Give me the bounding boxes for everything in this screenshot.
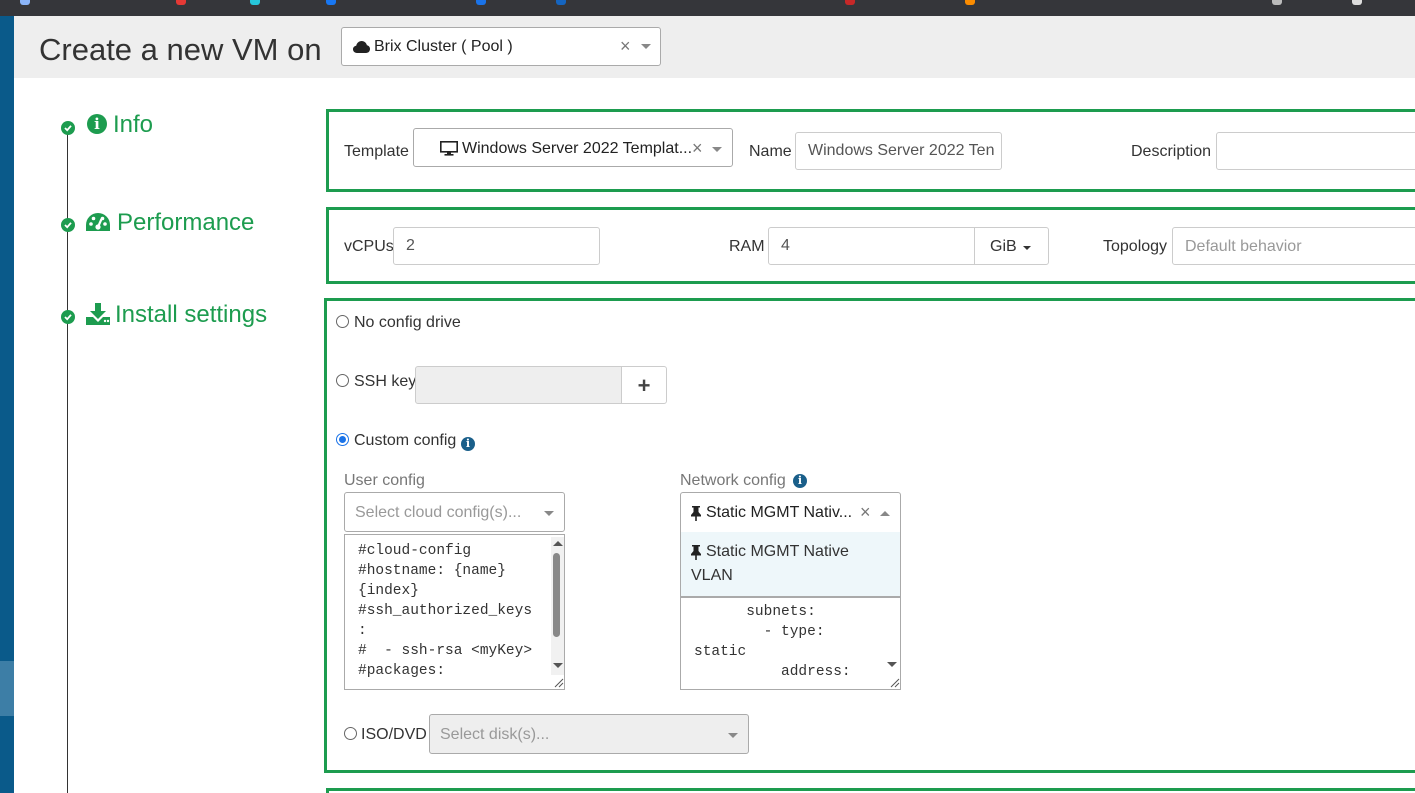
scrollbar-thumb[interactable] [553,553,560,637]
no-config-radio[interactable] [336,315,349,328]
topology-placeholder: Default behavior [1185,238,1302,255]
check-icon [61,121,75,135]
no-config-label: No config drive [354,314,461,331]
network-config-value: Static MGMT Nativ... [706,504,853,521]
browser-bookmarks-bar [0,0,1415,16]
scroll-down-icon[interactable] [553,663,563,668]
user-config-line: {index} [358,583,419,599]
section-title-performance: Performance [117,209,255,236]
name-input[interactable]: Windows Server 2022 Ten [795,132,1002,170]
network-config-label: Network config [680,472,786,489]
dropdown-option-label-continued[interactable]: VLAN [691,567,733,585]
ssh-key-radio[interactable] [336,374,349,387]
user-config-line: : [358,623,367,639]
description-label: Description [1131,143,1212,160]
scrollbar[interactable] [551,537,564,689]
vcpus-input[interactable]: 2 [393,227,600,265]
bookmark-icon[interactable] [326,0,336,5]
dropdown-option-label[interactable]: Static MGMT Native [706,543,849,561]
section-title-install-settings: Install settings [115,301,268,328]
user-config-textarea[interactable]: #cloud-config #hostname: {name} {index} #ss… [344,534,565,690]
clear-icon[interactable]: × [692,138,703,159]
network-config-line: static [694,644,747,660]
app-sidebar [0,16,14,793]
iso-dvd-label: ISO/DVD [361,726,427,743]
pool-select-value: Brix Cluster ( Pool ) [374,38,513,55]
sidebar-active-indicator [0,661,14,716]
caret-down-icon [1023,246,1031,250]
ram-unit-value: GiB [990,238,1017,255]
bookmark-icon[interactable] [965,0,975,5]
download-icon [86,303,110,330]
template-label: Template [344,143,409,160]
bookmark-icon[interactable] [845,0,855,5]
bookmark-icon[interactable] [176,0,186,5]
user-config-placeholder: Select cloud config(s)... [355,504,522,521]
plus-icon: + [637,373,651,398]
dashboard-icon [85,212,111,237]
user-config-select[interactable]: Select cloud config(s)... [344,492,565,532]
page-title: Create a new VM on [39,32,322,67]
topology-label: Topology [1103,238,1168,255]
chevron-down-icon[interactable] [712,147,722,152]
bookmark-icon[interactable] [250,0,260,5]
clear-icon[interactable]: × [620,36,631,57]
pin-icon [690,544,702,565]
iso-disk-placeholder: Select disk(s)... [440,726,550,743]
scroll-down-icon[interactable] [887,662,897,667]
ssh-key-label: SSH key [354,373,417,390]
bookmark-icon[interactable] [556,0,566,5]
bookmark-icon[interactable] [1272,0,1282,5]
network-config-line: - type: [694,624,825,640]
chevron-down-icon [728,733,738,738]
network-config-line: subnets: [694,604,816,620]
network-config-select[interactable]: Static MGMT Nativ... × [680,492,901,533]
user-config-label: User config [344,472,425,489]
bookmark-icon[interactable] [20,0,30,5]
chevron-down-icon[interactable] [641,44,651,49]
network-config-line: address: [694,664,851,680]
user-config-line: #hostname: {name} [358,563,506,579]
resize-handle[interactable] [551,675,564,689]
iso-disk-select[interactable]: Select disk(s)... [429,714,749,754]
section-title-info: Info [113,111,154,138]
resize-handle[interactable] [887,675,900,689]
template-select[interactable]: Windows Server 2022 Templat... × [413,128,733,167]
iso-dvd-radio[interactable] [344,727,357,740]
vcpus-label: vCPUs [344,238,394,255]
ram-input[interactable]: 4 [768,227,976,265]
check-icon [61,218,75,232]
topology-select[interactable]: Default behavior [1172,227,1415,265]
network-config-textarea[interactable]: subnets: - type: static address: [680,597,901,690]
desktop-icon [440,141,458,161]
user-config-line: # - ssh-rsa <myKey> [358,643,533,659]
ssh-key-select[interactable] [415,366,622,404]
ram-label: RAM [729,238,765,255]
next-section-panel [326,788,1415,793]
info-circle-icon: i [87,114,107,134]
add-ssh-key-button[interactable]: + [621,366,667,404]
ram-unit-dropdown[interactable]: GiB [974,227,1049,265]
user-config-line: #cloud-config [358,543,472,559]
network-config-dropdown[interactable]: Static MGMT Native VLAN [680,532,901,597]
user-config-line: #packages: [358,663,446,679]
scroll-up-icon[interactable] [553,541,563,546]
chevron-up-icon[interactable] [880,511,890,516]
chevron-down-icon [544,511,554,516]
template-select-value: Windows Server 2022 Templat... [462,140,693,157]
user-config-line: #ssh_authorized_keys [358,603,533,619]
custom-config-radio[interactable] [336,433,349,446]
bookmark-icon[interactable] [1352,0,1362,5]
bookmark-icon[interactable] [476,0,486,5]
name-label: Name [749,143,792,160]
cloud-icon [353,40,370,58]
info-icon[interactable]: i [793,474,807,488]
pin-icon [690,505,702,526]
check-icon [61,310,75,324]
info-icon[interactable]: i [461,437,475,451]
custom-config-label: Custom config [354,432,457,449]
pool-select[interactable]: Brix Cluster ( Pool ) × [341,27,661,66]
description-input[interactable] [1216,132,1415,170]
clear-icon[interactable]: × [860,502,871,523]
